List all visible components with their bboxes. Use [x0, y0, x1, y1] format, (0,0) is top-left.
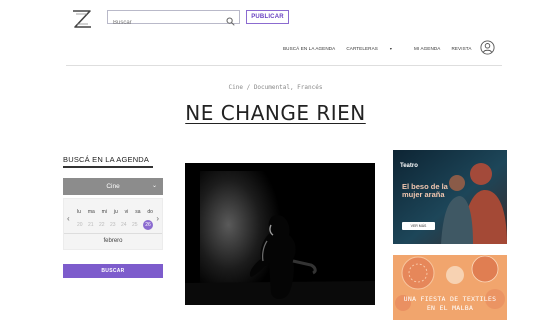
date-cell[interactable]: 20	[77, 222, 83, 228]
event-image	[185, 163, 375, 305]
main-nav: BUSCÁ EN LA AGENDA CARTELERAS ▾ MI AGENDA…	[283, 41, 482, 55]
search-button[interactable]: BUSCAR	[63, 264, 163, 278]
date-cell[interactable]: 22	[99, 222, 105, 228]
publish-button[interactable]: PUBLICAR	[246, 10, 289, 24]
weekday-label: sa	[135, 209, 141, 215]
calendar-divider	[64, 233, 162, 234]
page-title: NE CHANGE RIEN	[0, 101, 551, 125]
weekday-row: lu ma mi ju vi sa do	[77, 209, 153, 215]
ad-headline-line: UNA FIESTA DE TEXTILES	[403, 295, 497, 303]
date-cell[interactable]: 25	[132, 222, 138, 228]
z-logo-icon[interactable]	[70, 8, 94, 30]
category-select[interactable]: Cine ⌄	[63, 178, 163, 195]
nav-item-revista[interactable]: REVISTA	[451, 46, 471, 51]
agenda-heading: BUSCÁ EN LA AGENDA	[63, 155, 150, 164]
theatre-ad[interactable]: Teatro El beso de la mujer araña VER MÁS	[393, 150, 507, 244]
category-select-value: Cine	[106, 183, 120, 190]
chevron-right-icon[interactable]: ›	[156, 214, 159, 223]
date-cell[interactable]: 23	[110, 222, 116, 228]
ad-headline: El beso de la mujer araña	[402, 182, 448, 199]
weekday-label: lu	[77, 209, 81, 215]
weekday-label: do	[147, 209, 153, 215]
page-title-text: NE CHANGE RIEN	[185, 101, 366, 125]
date-picker: ‹ › lu ma mi ju vi sa do 20 21 22 23 24 …	[63, 198, 163, 250]
search-input[interactable]	[108, 17, 218, 29]
search-icon[interactable]	[226, 13, 235, 26]
ad-headline-line: EN EL MALBA	[426, 304, 474, 312]
textile-ad[interactable]: UNA FIESTA DE TEXTILES EN EL MALBA	[393, 255, 507, 320]
ad-headline: UNA FIESTA DE TEXTILES EN EL MALBA	[393, 295, 507, 313]
header-divider	[66, 65, 502, 66]
user-icon[interactable]	[480, 40, 495, 55]
weekday-label: vi	[124, 209, 129, 215]
weekday-label: ma	[87, 209, 95, 215]
nav-item-carteleras[interactable]: CARTELERAS ▾	[346, 46, 403, 51]
date-cell[interactable]: 21	[88, 222, 94, 228]
month-label: febrero	[103, 238, 123, 244]
chevron-down-icon: ▾	[389, 45, 393, 51]
nav-item-agenda[interactable]: BUSCÁ EN LA AGENDA	[283, 46, 335, 51]
search-box[interactable]	[107, 10, 240, 29]
date-row: 20 21 22 23 24 25 26	[77, 220, 153, 230]
date-cell-selected[interactable]: 26	[143, 220, 153, 230]
weekday-label: ju	[113, 209, 118, 215]
agenda-heading-underline	[63, 166, 153, 168]
ad-cta-button[interactable]: VER MÁS	[402, 222, 435, 230]
chevron-down-icon: ⌄	[151, 183, 157, 189]
ad-category-label: Teatro	[400, 163, 418, 169]
chevron-left-icon[interactable]: ‹	[67, 214, 70, 223]
breadcrumb: Cine / Documental, Francés	[228, 84, 323, 91]
date-cell[interactable]: 24	[121, 222, 127, 228]
weekday-label: mi	[101, 209, 107, 215]
nav-item-carteleras-label: CARTELERAS	[346, 45, 378, 51]
nav-item-mi-agenda[interactable]: MI AGENDA	[414, 46, 440, 51]
